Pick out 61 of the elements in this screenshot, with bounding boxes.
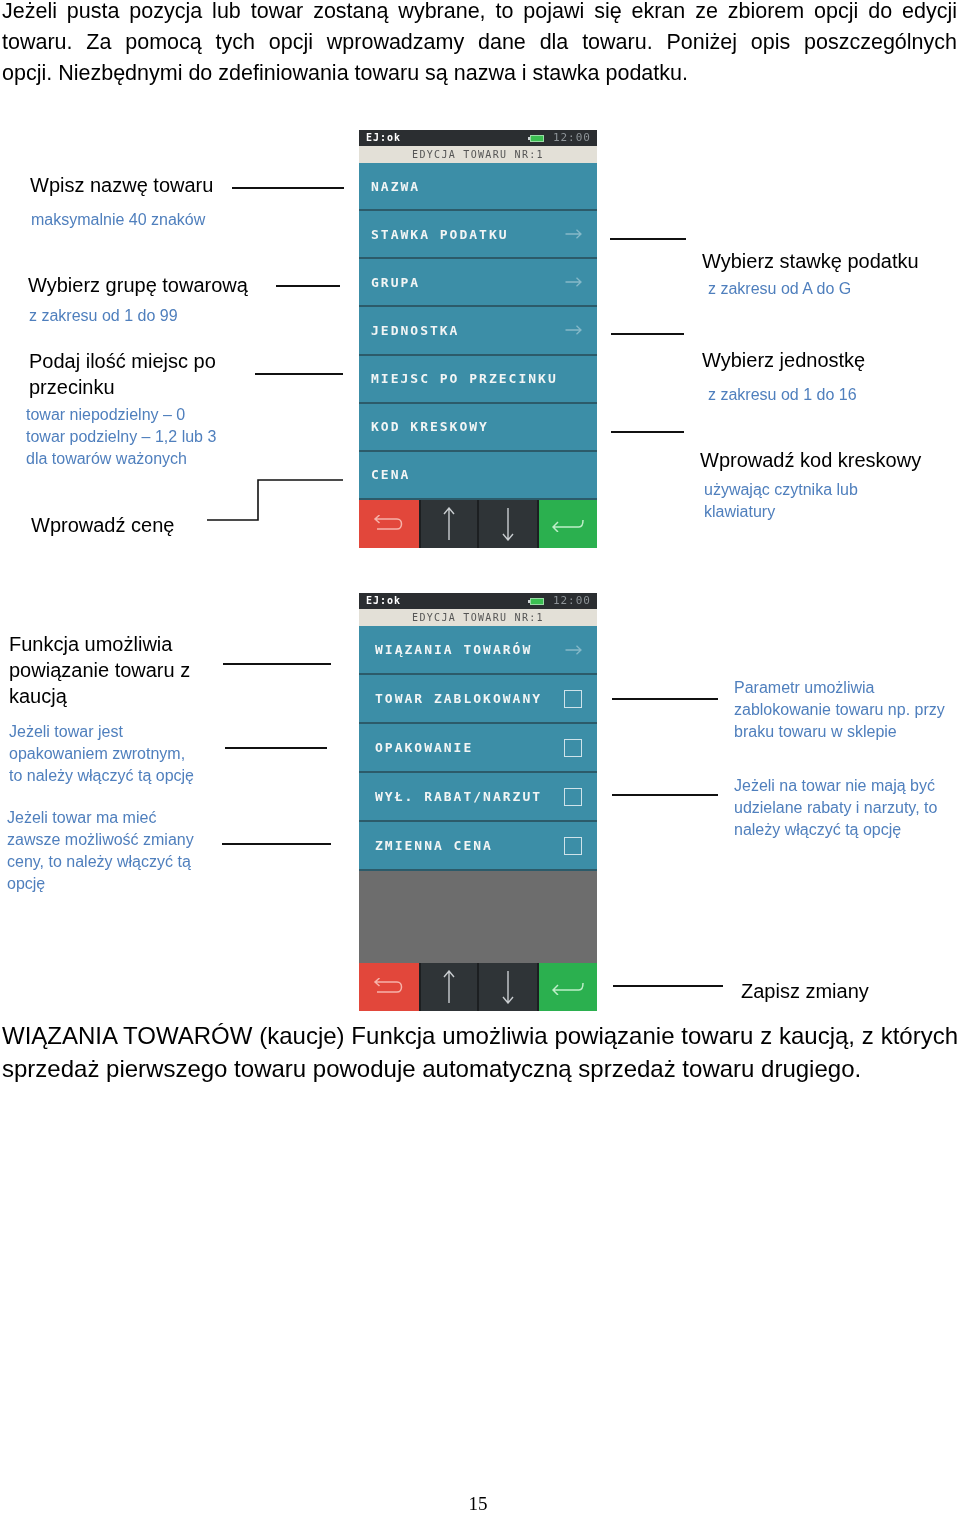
- down-button[interactable]: [479, 500, 537, 548]
- annotation-note: z zakresu od 1 do 99: [29, 306, 178, 326]
- menu-item[interactable]: TOWAR ZABLOKOWANY: [359, 675, 597, 724]
- clock-time: 12:00: [552, 595, 591, 607]
- menu-item[interactable]: STAWKA PODATKU: [359, 211, 597, 260]
- annotation-note: towar niepodzielny – 0 towar podzielny – 1,2 lub 3 dla towarów ważonych: [26, 405, 217, 469]
- menu-item[interactable]: GRUPA: [359, 259, 597, 308]
- screen-title: EDYCJA TOWARU NR:1: [359, 609, 597, 626]
- checkbox[interactable]: [564, 689, 582, 708]
- annotation-title: Funkcja umożliwia powiązanie towaru z kaucją: [9, 632, 191, 709]
- annotation-note: z zakresu od 1 do 16: [708, 385, 857, 405]
- leader-line: [276, 285, 340, 287]
- menu-item[interactable]: OPAKOWANIE: [359, 724, 597, 773]
- battery-icon: [527, 597, 544, 605]
- menu-item[interactable]: WYŁ. RABAT/NARZUT: [359, 773, 597, 822]
- checkbox[interactable]: [564, 836, 582, 855]
- down-button[interactable]: [479, 963, 537, 1011]
- up-arrow-icon: [443, 507, 455, 541]
- up-arrow-icon: [443, 970, 455, 1004]
- menu-item[interactable]: NAZWA: [359, 163, 597, 212]
- menu-item[interactable]: ZMIENNA CENA: [359, 822, 597, 871]
- arrow-icon: [565, 325, 582, 336]
- annotation-title: Wybierz jednostkę: [702, 348, 866, 373]
- annotation-note: używając czytnika lub klawiatury: [704, 480, 858, 522]
- u-turn-arrow-icon: [373, 978, 405, 996]
- annotation-title: Wybierz stawkę podatku: [702, 249, 919, 274]
- intro-paragraph: Jeżeli pusta pozycja lub towar zostaną wybrane, to pojawi się ekran ze zbiorem opcji do edycji towaru. Za pomocą tych opcji wprowadzamy dane dla towaru. Poniżej opis poszczególnych opcji. Niezbędnymi do zdefiniowania towaru są nazwa i stawka podatku.: [2, 0, 957, 87]
- annotation-title: Wpisz nazwę towaru: [30, 173, 214, 198]
- menu-item[interactable]: KOD KRESKOWY: [359, 403, 597, 452]
- down-arrow-icon: [502, 970, 514, 1004]
- annotation-note: Jeżeli na towar nie mają być udzielane rabaty i narzuty, to należy włączyć tą opcję: [734, 776, 938, 840]
- menu-item[interactable]: JEDNOSTKA: [359, 307, 597, 356]
- arrow-icon: [565, 229, 582, 240]
- battery-icon: [527, 134, 544, 142]
- clock-time: 12:00: [552, 132, 591, 144]
- checkbox[interactable]: [564, 738, 582, 757]
- annotation-title: Zapisz zmiany: [741, 979, 869, 1004]
- u-turn-arrow-icon: [373, 515, 405, 533]
- annotation-note: maksymalnie 40 znaków: [31, 210, 206, 230]
- checkbox[interactable]: [564, 787, 582, 806]
- menu-item[interactable]: WIĄZANIA TOWARÓW: [359, 626, 597, 675]
- up-button[interactable]: [421, 963, 477, 1011]
- annotation-note: Parametr umożliwia zablokowanie towaru np. przy braku towaru w sklepie: [734, 678, 945, 742]
- arrow-icon: [565, 644, 582, 655]
- annotation-title: Wybierz grupę towarową: [28, 273, 248, 298]
- menu-item[interactable]: CENA: [359, 451, 597, 500]
- body-paragraph: WIĄZANIA TOWARÓW (kaucje) Funkcja umożliwia powiązanie towaru z kaucją, z których sprzedaż pierwszego towaru powoduje automatyczną sprzedaż towaru drugiego.: [2, 1021, 958, 1084]
- down-arrow-icon: [502, 507, 514, 541]
- up-button[interactable]: [421, 500, 477, 548]
- annotation-note: Jeżeli towar jest opakowaniem zwrotnym, to należy włączyć tą opcję: [9, 722, 194, 786]
- annotation-title: Wprowadź kod kreskowy: [700, 448, 922, 473]
- menu-item[interactable]: MIEJSC PO PRZECINKU: [359, 355, 597, 404]
- arrow-icon: [565, 277, 582, 288]
- annotation-note: Jeżeli towar ma mieć zawsze możliwość zmiany ceny, to należy włączyć tą opcję: [7, 808, 194, 894]
- screen-title: EDYCJA TOWARU NR:1: [359, 146, 597, 163]
- annotation-title: Wprowadź cenę: [31, 513, 175, 538]
- status-text: EJ:ok: [366, 132, 402, 144]
- status-text: EJ:ok: [366, 595, 402, 607]
- annotation-note: z zakresu od A do G: [708, 279, 852, 299]
- annotation-title: Podaj ilość miejsc po przecinku: [29, 349, 216, 400]
- page-number: 15: [467, 1494, 489, 1514]
